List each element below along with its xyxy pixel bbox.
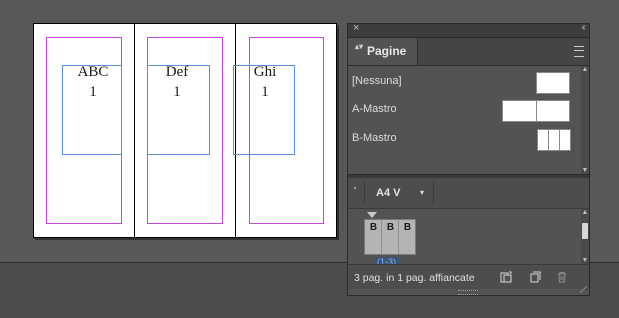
document-page-2[interactable]: Def 1 [134,24,235,237]
page-master-letter: B [386,222,395,233]
master-page-thumbnail[interactable] [502,100,537,122]
page-text-line: 1 [89,84,97,100]
pages-area: B B B (1-3) [348,209,581,267]
document-spread[interactable]: ABC 1 Def 1 Ghi 1 [33,23,337,238]
scroll-thumb[interactable] [582,223,588,239]
scroll-up-arrow-icon[interactable]: ▲ [581,209,589,216]
trash-icon[interactable] [556,271,568,283]
resize-grip-icon[interactable] [580,286,587,293]
master-item-none[interactable]: [Nessuna] [352,71,578,94]
master-label: [Nessuna] [352,75,402,87]
master-page-thumbnail[interactable] [559,129,571,151]
page-text-line: ABC [77,64,109,80]
page-size-bar: A4 V ▾ [348,178,589,209]
scroll-up-arrow-icon[interactable]: ▲ [581,66,589,73]
chevron-down-icon[interactable]: ▾ [420,188,424,197]
edit-page-size-icon[interactable] [500,271,512,283]
page-text[interactable]: Ghi 1 [245,62,285,102]
panel-titlebar[interactable]: × ‹‹ [348,22,589,38]
collapse-panel-icon[interactable]: ‹‹ [581,22,585,33]
masters-list: [Nessuna] A-Mastro B-Mastro [348,66,581,174]
master-label: A-Mastro [352,103,397,115]
spread-marker-icon [367,212,377,218]
drag-grip-icon[interactable] [354,187,356,199]
page-text-line: 1 [261,84,269,100]
pages-scrollbar[interactable]: ▲ ▼ [581,209,589,264]
tab-label: Pagine [367,44,407,58]
page-master-letter: B [403,222,412,233]
masters-scrollbar[interactable]: ▲ ▼ [581,66,589,174]
status-text: 3 pag. in 1 pag. affiancate [354,272,475,284]
master-label: B-Mastro [352,132,397,144]
page-text[interactable]: ABC 1 [72,62,114,102]
master-item-a[interactable]: A-Mastro [352,99,578,122]
tab-pagine[interactable]: ▴▾ Pagine [348,38,418,65]
tab-expand-arrows-icon[interactable]: ▴▾ [355,43,363,51]
document-page-1[interactable]: ABC 1 [34,24,134,237]
page-text-line: Def [165,64,189,80]
master-page-thumbnail[interactable] [536,100,570,122]
page-text-line: Ghi [253,64,277,80]
page-text[interactable]: Def 1 [155,62,199,102]
page-size-value[interactable]: A4 V [376,187,400,199]
page-text-line: 1 [173,84,181,100]
new-page-icon[interactable] [529,271,541,283]
close-icon[interactable]: × [353,22,359,34]
pages-panel: × ‹‹ ▴▾ Pagine [Nessuna] A-Mastro B-Mast… [347,22,590,296]
document-page-3[interactable]: Ghi 1 [233,24,336,237]
divider [364,182,365,204]
panel-tab-row: ▴▾ Pagine [348,38,589,66]
spread-thumbnail[interactable]: B B B [364,219,416,255]
page-master-letter: B [369,222,378,233]
master-thumbnail[interactable] [536,72,570,94]
master-item-b[interactable]: B-Mastro [352,128,578,151]
scroll-down-arrow-icon[interactable]: ▼ [581,167,589,174]
scroll-down-arrow-icon[interactable]: ▼ [581,257,589,264]
panel-resize-handle[interactable] [458,290,478,295]
panel-footer: 3 pag. in 1 pag. affiancate [348,264,589,289]
panel-menu-icon[interactable] [574,46,584,57]
divider [433,182,434,204]
